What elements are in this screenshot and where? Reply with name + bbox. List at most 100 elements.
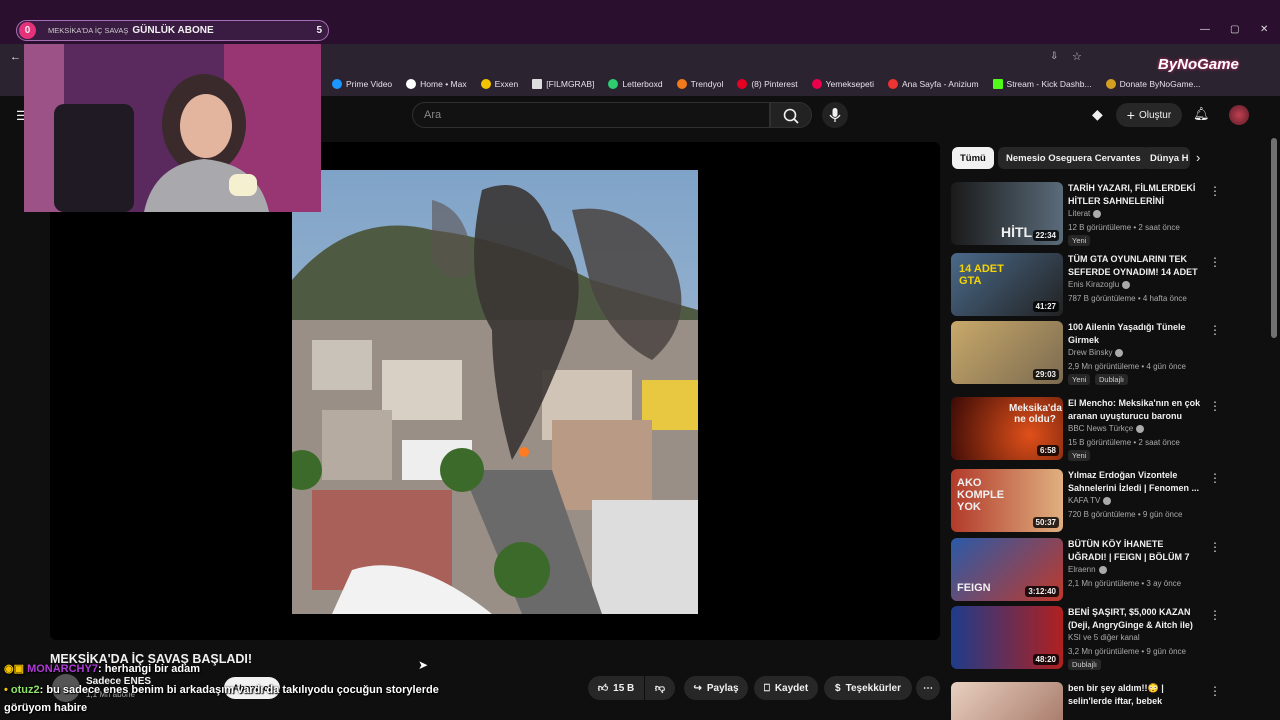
- bookmark-item[interactable]: Letterboxd: [608, 79, 663, 89]
- thumbs-up-icon: 👍︎: [597, 683, 609, 694]
- bookmark-item[interactable]: Ana Sayfa - Anizium: [888, 79, 979, 89]
- bookmark-item[interactable]: [FILMGRAB]: [532, 79, 594, 89]
- chip-topic[interactable]: Nemesio Oseguera Cervantes: [998, 147, 1149, 169]
- dubbed-badge: Dublajlı: [1095, 374, 1129, 385]
- install-icon[interactable]: ⇩: [1050, 51, 1058, 62]
- bookmark-item[interactable]: Stream - Kick Dashb...: [992, 79, 1092, 89]
- recommendation-item[interactable]: 48:20 BENİ ŞAŞIRT, $5,000 KAZAN (Deji, A…: [951, 606, 1221, 672]
- thumbs-down-icon: 👎︎: [654, 683, 666, 694]
- verified-icon: [1136, 424, 1145, 433]
- recommendation-item[interactable]: 29:03 100 Ailenin Yaşadığı Tünele Girmek…: [951, 321, 1221, 387]
- bell-icon[interactable]: 🔔︎: [1193, 106, 1210, 122]
- chevron-right-icon[interactable]: ›: [1196, 150, 1200, 165]
- video-thumbnail[interactable]: Meksika'da ne oldu? 6:58: [951, 397, 1063, 460]
- search-input[interactable]: Ara: [412, 102, 770, 128]
- kebab-menu-icon[interactable]: ⋮: [1209, 184, 1221, 198]
- back-icon[interactable]: ←: [10, 51, 21, 63]
- dislike-button[interactable]: 👎︎: [645, 676, 675, 700]
- video-thumbnail[interactable]: AKO KOMPLE YOK 50:37: [951, 469, 1063, 532]
- dubbed-badge: Dublajlı: [1068, 659, 1102, 670]
- bookmark-icon: [888, 79, 898, 89]
- search-button[interactable]: [770, 102, 812, 128]
- bookmark-icon: [332, 79, 342, 89]
- bookmark-icon: [532, 79, 543, 89]
- close-icon[interactable]: ✕: [1260, 24, 1268, 35]
- kebab-menu-icon[interactable]: ⋮: [1209, 399, 1221, 413]
- kebab-menu-icon[interactable]: ⋮: [1209, 255, 1221, 269]
- overlay-count-right: 5: [316, 25, 322, 36]
- bookmark-icon: [1105, 79, 1116, 89]
- subscriber-overlay: 0 MEKSİKA'DA İÇ SAVAŞ GÜNLÜK ABONE 5: [16, 20, 329, 41]
- verified-icon: [1098, 565, 1107, 574]
- scrollbar[interactable]: [1271, 138, 1277, 338]
- minimize-icon[interactable]: —: [1200, 24, 1210, 35]
- video-thumbnail[interactable]: 48:20: [951, 606, 1063, 669]
- overlay-count-left: 0: [19, 22, 36, 39]
- share-button[interactable]: ↪ Paylaş: [684, 676, 748, 700]
- share-icon: ↪: [693, 682, 702, 694]
- verified-icon: [1122, 280, 1131, 289]
- create-button[interactable]: + Oluştur: [1116, 103, 1182, 127]
- search-icon: [783, 108, 799, 124]
- bookmark-item[interactable]: Exxen: [480, 79, 518, 89]
- chat-message: ◉▣ MONARCHY7: herhangi bir adam: [4, 663, 201, 675]
- kebab-menu-icon[interactable]: ⋮: [1209, 608, 1221, 622]
- bookmark-icon: [676, 79, 687, 89]
- new-badge: Yeni: [1068, 450, 1091, 461]
- verified-icon: [1093, 209, 1102, 218]
- recommendation-item[interactable]: AKO KOMPLE YOK 50:37 Yılmaz Erdoğan Vizon…: [951, 469, 1221, 535]
- more-icon: ⋯: [923, 682, 933, 694]
- recommendation-item[interactable]: Meksika'da ne oldu? 6:58 El Mencho: Meksi…: [951, 397, 1221, 463]
- like-button[interactable]: 👍︎ 15 B: [588, 676, 644, 700]
- thanks-button[interactable]: $ Teşekkürler: [824, 676, 912, 700]
- kebab-menu-icon[interactable]: ⋮: [1209, 471, 1221, 485]
- save-button[interactable]: ⎕ Kaydet: [754, 676, 818, 700]
- bookmark-item[interactable]: Prime Video: [332, 79, 392, 89]
- video-thumbnail[interactable]: HİTL 22:34: [951, 182, 1063, 245]
- video-thumbnail[interactable]: [951, 682, 1063, 720]
- chat-message: görüyom habire: [4, 702, 88, 714]
- mic-icon: [829, 108, 841, 122]
- bookmark-icon: [608, 79, 619, 89]
- kebab-menu-icon[interactable]: ⋮: [1209, 323, 1221, 337]
- chip-all[interactable]: Tümü: [952, 147, 994, 169]
- bookmark-icon: [406, 79, 417, 89]
- cursor-icon: ➤: [418, 658, 429, 672]
- bookmark-icon: [480, 79, 491, 89]
- video-thumbnail[interactable]: FEIGN 3:12:40: [951, 538, 1063, 601]
- new-badge: Yeni: [1068, 374, 1091, 385]
- recommendation-item[interactable]: FEIGN 3:12:40 BÜTÜN KÖY İHANETE UĞRADI! |…: [951, 538, 1221, 604]
- bookmark-item[interactable]: Trendyol: [676, 79, 723, 89]
- voice-search-button[interactable]: [822, 102, 848, 128]
- kebab-menu-icon[interactable]: ⋮: [1209, 684, 1221, 698]
- bookmark-item[interactable]: Donate ByNoGame...: [1105, 79, 1200, 89]
- bookmark-item[interactable]: Yemeksepeti: [811, 79, 874, 89]
- bookmark-item[interactable]: Home • Max: [406, 79, 467, 89]
- bookmark-item[interactable]: (8) Pinterest: [737, 79, 798, 89]
- overlay-ticker: MEKSİKA'DA İÇ SAVAŞ: [48, 26, 129, 35]
- recommendation-item[interactable]: 14 ADET GTA 41:27 TÜM GTA OYUNLARINI TEK …: [951, 253, 1221, 319]
- verified-icon: [1115, 348, 1124, 357]
- video-thumbnail[interactable]: 29:03: [951, 321, 1063, 384]
- thanks-icon: $: [835, 682, 841, 694]
- video-thumbnail[interactable]: 14 ADET GTA 41:27: [951, 253, 1063, 316]
- star-icon[interactable]: ☆: [1072, 50, 1082, 63]
- streamer-webcam-image: [24, 44, 321, 212]
- bynogame-logo: ByNoGame: [1158, 56, 1239, 73]
- gem-icon[interactable]: ◆: [1092, 106, 1103, 123]
- bookmark-icon: [737, 79, 748, 89]
- video-frame[interactable]: [292, 170, 698, 614]
- new-badge: Yeni: [1068, 235, 1091, 246]
- badge-icon: ◉▣: [4, 663, 24, 675]
- overlay-label: GÜNLÜK ABONE: [132, 25, 214, 36]
- maximize-icon[interactable]: ▢: [1230, 24, 1239, 35]
- bookmark-icon: [992, 79, 1003, 89]
- chip-topic[interactable]: Dünya H: [1142, 147, 1190, 169]
- verified-icon: [1103, 496, 1112, 505]
- avatar[interactable]: [1229, 105, 1249, 125]
- more-actions-button[interactable]: ⋯: [916, 676, 940, 700]
- recommendation-item[interactable]: ben bir şey aldım!!😳 | selin'lerde iftar…: [951, 682, 1221, 720]
- webcam-overlay: [24, 44, 321, 212]
- recommendation-item[interactable]: HİTL 22:34 TARİH YAZARI, FİLMLERDEKİ HİTL…: [951, 182, 1221, 248]
- kebab-menu-icon[interactable]: ⋮: [1209, 540, 1221, 554]
